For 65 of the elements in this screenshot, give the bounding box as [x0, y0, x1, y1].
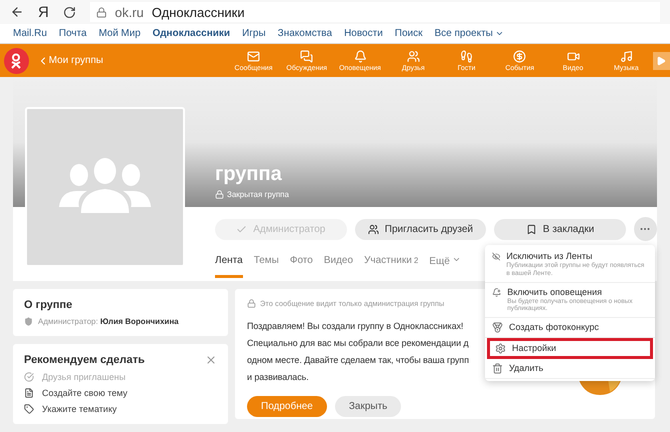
recommendation-item[interactable]: Создайте свою тему [24, 388, 217, 398]
portal-link[interactable]: Почта [58, 28, 87, 39]
trash-icon [492, 363, 503, 374]
tab[interactable]: Видео [324, 255, 354, 278]
privacy-label: Закрытая группа [227, 190, 289, 199]
card-title: Рекомендуем сделать [24, 354, 145, 366]
medal-icon [492, 322, 503, 334]
lock-icon [247, 299, 256, 308]
crossed-eye-icon [492, 251, 500, 262]
bookmark-icon [526, 224, 537, 234]
play-icon [656, 56, 666, 66]
tab[interactable]: Фото [290, 255, 313, 278]
portal-link[interactable]: Поиск [394, 28, 422, 39]
portal-link[interactable]: Мой Мир [98, 28, 141, 39]
bell-plus-icon [492, 286, 502, 298]
check-icon [236, 224, 248, 234]
close-icon[interactable] [205, 354, 217, 366]
notice-text: одном месте. Давайте сделаем так, чтобы ваша групп [247, 354, 469, 368]
notice-text: Поздравляем! Вы создали группу в Одноклассниках! [247, 320, 464, 333]
group-name: группа [215, 163, 283, 186]
action-button[interactable]: Пригласить друзей [354, 218, 486, 240]
lock-icon [96, 6, 107, 18]
people-icon [368, 224, 379, 234]
address-field[interactable]: ok.ru Одноклассники [90, 2, 660, 22]
tab[interactable]: Темы [254, 255, 279, 278]
menu-item[interactable]: Создать фотоконкурс [485, 318, 655, 338]
bell-icon [354, 50, 367, 62]
caret-icon [452, 255, 461, 264]
reload-icon[interactable] [62, 6, 76, 18]
chat-icon [300, 50, 314, 62]
lock-icon [215, 190, 224, 199]
people-icon [406, 50, 420, 62]
logo-icon[interactable] [4, 48, 29, 74]
portal-link[interactable]: Знакомства [278, 28, 332, 39]
tag-icon [24, 404, 34, 414]
music-note-icon [620, 50, 633, 62]
notice-text: Специально для вас мы собрали все рекомендации д [247, 337, 469, 350]
check-circle-icon [24, 372, 34, 382]
tab[interactable]: Ещё [429, 255, 461, 278]
portal-link[interactable]: Новости [344, 28, 383, 39]
caret-icon [494, 29, 504, 38]
admin-line: Администратор: Юлия Ворончихина [38, 317, 179, 326]
portal-link[interactable]: Игры [242, 28, 266, 39]
portal-link[interactable]: Одноклассники [152, 28, 230, 39]
notice-text: и развивалась. [247, 371, 309, 384]
action-button[interactable]: В закладки [494, 218, 626, 240]
browser-logo[interactable]: Я [38, 4, 49, 20]
video-camera-icon [566, 50, 580, 62]
envelope-icon [247, 50, 260, 62]
notice-button[interactable]: Закрыть [334, 396, 402, 418]
menu-item[interactable]: Настройки [487, 338, 653, 360]
tab[interactable]: Лента [215, 255, 243, 278]
menu-item[interactable]: Удалить [485, 359, 655, 380]
play-button[interactable] [652, 52, 670, 70]
back-icon[interactable] [10, 5, 24, 19]
portal-link[interactable]: Mail.Ru [13, 28, 47, 39]
tab[interactable]: Участники 2 [364, 255, 418, 278]
recommendation-item[interactable]: Укажите тематику [24, 404, 217, 414]
settings-icon [495, 343, 506, 354]
shield-icon [24, 317, 33, 326]
card-title: О группе [24, 299, 74, 311]
footprints-icon [460, 50, 474, 62]
document-icon [24, 388, 34, 398]
portal-link[interactable]: Все проекты [434, 28, 504, 39]
coin-icon [513, 50, 526, 62]
